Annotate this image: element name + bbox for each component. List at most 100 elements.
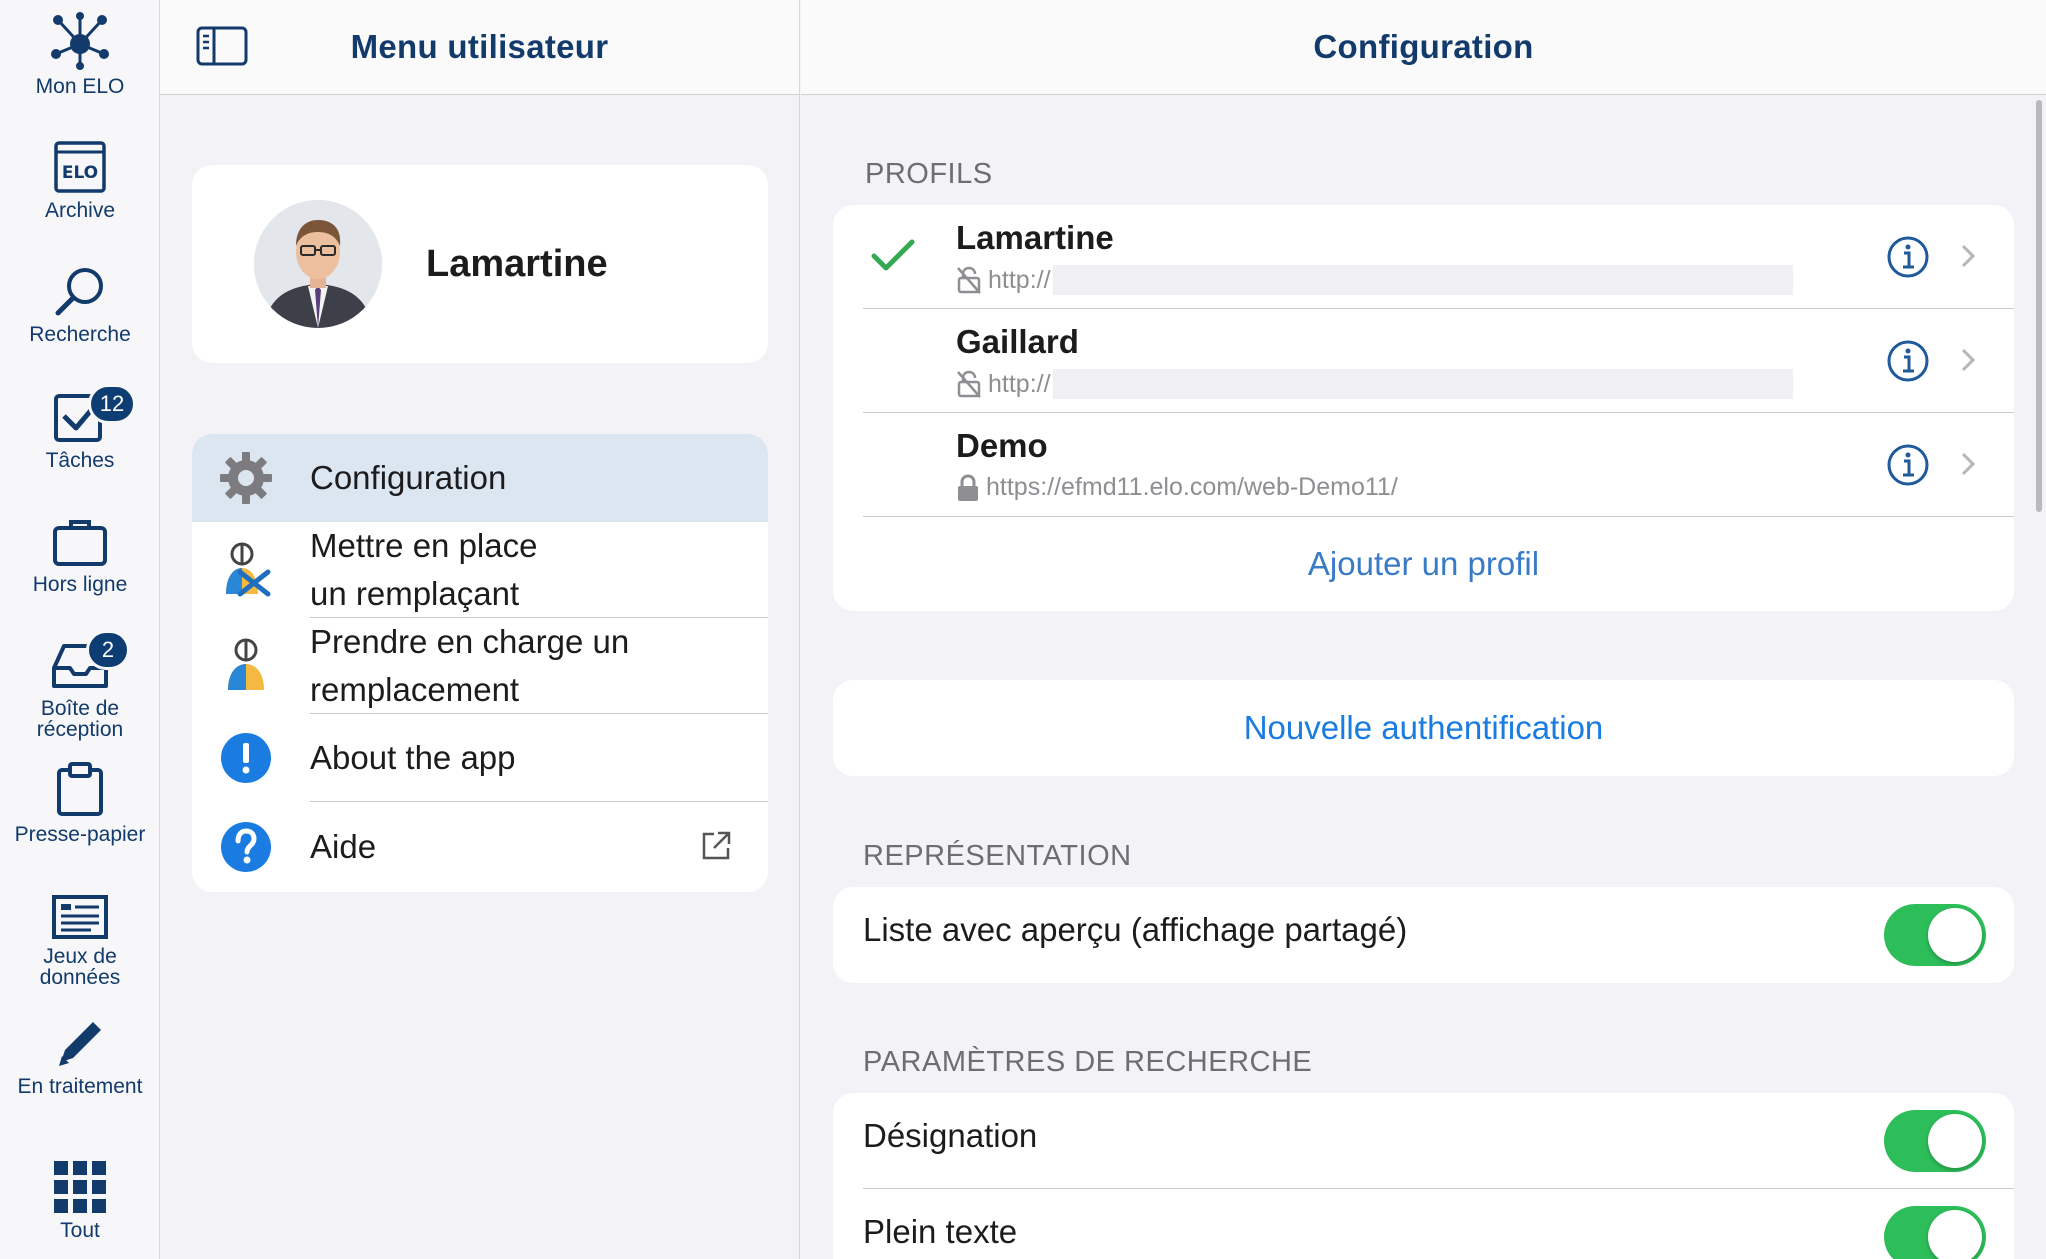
profile-row-gaillard[interactable]: Gaillard http:// (833, 309, 2014, 413)
redacted-url-block (1052, 369, 1793, 399)
profile-url: http:// (956, 369, 1793, 399)
lock-icon (958, 473, 978, 501)
rail-item-recherche[interactable]: Recherche (0, 266, 160, 345)
fulltext-toggle[interactable] (1884, 1206, 1986, 1259)
profile-url-text: http:// (988, 265, 1051, 294)
tasks-count-badge: 12 (88, 384, 136, 424)
rail-item-tout[interactable]: Tout (0, 1160, 160, 1241)
menu-item-label: Configuration (310, 459, 507, 496)
menu-item-about[interactable]: About the app (192, 714, 768, 802)
briefcase-icon (53, 520, 107, 566)
svg-text:ELO: ELO (62, 163, 98, 183)
toggle-label: Liste avec aperçu (affichage partagé) (863, 911, 1408, 948)
network-hub-icon (51, 12, 109, 70)
rail-item-mon-elo[interactable]: Mon ELO (0, 12, 160, 97)
search-settings-group: Désignation Plein texte (833, 1093, 2014, 1259)
profile-url-text: http:// (988, 369, 1051, 398)
profile-name: Gaillard (956, 323, 1079, 360)
profile-url: https://efmd11.elo.com/web-Demo11/ (956, 473, 1398, 502)
menu-item-configuration[interactable]: Configuration (192, 434, 768, 522)
menu-item-take-over-substitution[interactable]: Prendre en charge un remplacement (192, 618, 768, 714)
rail-label: En traitement (17, 1075, 143, 1098)
rail-label: Mon ELO (35, 75, 125, 98)
rail-label: Recherche (29, 323, 131, 346)
user-profile-card[interactable]: Lamartine (192, 165, 768, 363)
avatar (254, 200, 382, 328)
reauthenticate-button[interactable]: Nouvelle authentification (833, 680, 2014, 776)
user-menu-title: Menu utilisateur (350, 28, 609, 65)
user-menu-list: Configuration Mettre en place un remplaç… (192, 434, 768, 892)
fulltext-setting-row: Plein texte (833, 1189, 2014, 1259)
info-icon[interactable] (1886, 339, 1930, 383)
rail-label: Archive (44, 199, 116, 222)
menu-item-aide[interactable]: Aide (192, 802, 768, 892)
rail-label: Tâches (45, 449, 115, 472)
question-circle-icon (218, 819, 274, 875)
search-settings-section-header: PARAMÈTRES DE RECHERCHE (863, 1046, 1313, 1078)
toggle-knob (1928, 1210, 1982, 1259)
rail-item-presse-papier[interactable]: Presse-papier (0, 762, 160, 845)
rail-label: Jeux de données (39, 945, 121, 989)
menu-item-label: Prendre en charge un remplacement (310, 623, 630, 708)
toggle-knob (1928, 908, 1982, 962)
rail-label: Boîte de réception (36, 697, 124, 741)
chevron-right-icon (1961, 452, 1976, 476)
external-link-icon (702, 831, 731, 860)
rail-item-archive[interactable]: ELO Archive (0, 140, 160, 221)
inbox-count-badge: 2 (86, 630, 130, 670)
configuration-header: Configuration (801, 0, 2046, 95)
rail-item-en-traitement[interactable]: En traitement (0, 1016, 160, 1097)
designation-setting-row: Désignation (833, 1093, 2014, 1189)
profile-name: Demo (956, 427, 1048, 464)
menu-item-set-substitute[interactable]: Mettre en place un remplaçant (192, 522, 768, 618)
menu-item-label: Aide (310, 828, 377, 865)
app-rail: Mon ELO ELO Archive Recherche 12 Tâches (0, 0, 160, 1259)
profile-row-demo[interactable]: Demo https://efmd11.elo.com/web-Demo11/ (833, 413, 2014, 517)
grid-apps-icon (54, 1161, 106, 1213)
chevron-right-icon (1961, 348, 1976, 372)
configuration-title: Configuration (1313, 28, 1534, 65)
profile-url-text: https://efmd11.elo.com/web-Demo11/ (986, 473, 1398, 501)
designation-toggle[interactable] (1884, 1110, 1986, 1172)
rail-item-taches[interactable]: 12 Tâches (0, 384, 160, 472)
rail-label: Hors ligne (32, 573, 128, 596)
exclamation-circle-icon (218, 730, 274, 786)
search-icon (55, 268, 103, 316)
set-substitute-icon (218, 542, 274, 598)
menu-item-label: About the app (310, 739, 516, 776)
user-menu-header: Menu utilisateur (160, 0, 799, 95)
unlocked-slash-icon (957, 370, 981, 398)
rail-label: Tout (60, 1219, 100, 1242)
toggle-label: Plein texte (863, 1213, 1018, 1250)
checkmark-icon (871, 239, 915, 271)
split-view-toggle[interactable] (1884, 904, 1986, 966)
redacted-url-block (1052, 265, 1793, 295)
clipboard-icon (57, 762, 103, 816)
split-view-setting-row: Liste avec aperçu (affichage partagé) (833, 887, 2014, 983)
profile-row-lamartine[interactable]: Lamartine http:// (833, 205, 2014, 309)
sidebar-toggle-icon[interactable] (196, 26, 248, 66)
representation-section-header: REPRÉSENTATION (863, 840, 1132, 872)
configuration-panel: Configuration PROFILS Lamartine http:// (801, 0, 2046, 1259)
user-menu-panel: Menu utilisateur Lamartine Configuration… (160, 0, 800, 1259)
add-profile-button[interactable]: Ajouter un profil (833, 517, 2014, 611)
info-icon[interactable] (1886, 443, 1930, 487)
profile-url: http:// (956, 265, 1793, 295)
rail-item-jeux-de-donnees[interactable]: Jeux de données (0, 894, 160, 988)
representation-group: Liste avec aperçu (affichage partagé) (833, 887, 2014, 983)
info-icon[interactable] (1886, 235, 1930, 279)
take-over-substitution-icon (218, 638, 274, 694)
toggle-label: Désignation (863, 1117, 1038, 1154)
profile-name: Lamartine (956, 219, 1114, 256)
chevron-right-icon (1961, 244, 1976, 268)
rail-item-boite-de-reception[interactable]: 2 Boîte de réception (0, 630, 160, 741)
pencil-icon (59, 1022, 101, 1066)
profiles-group: Lamartine http:// Gaillard http:// Demo … (833, 205, 2014, 611)
rail-label: Presse-papier (14, 823, 146, 846)
profiles-section-header: PROFILS (865, 158, 993, 190)
elo-archive-icon: ELO (54, 141, 106, 193)
toggle-knob (1928, 1114, 1982, 1168)
rail-item-hors-ligne[interactable]: Hors ligne (0, 518, 160, 595)
vertical-scrollbar[interactable] (2036, 100, 2042, 512)
form-list-icon (52, 895, 108, 939)
